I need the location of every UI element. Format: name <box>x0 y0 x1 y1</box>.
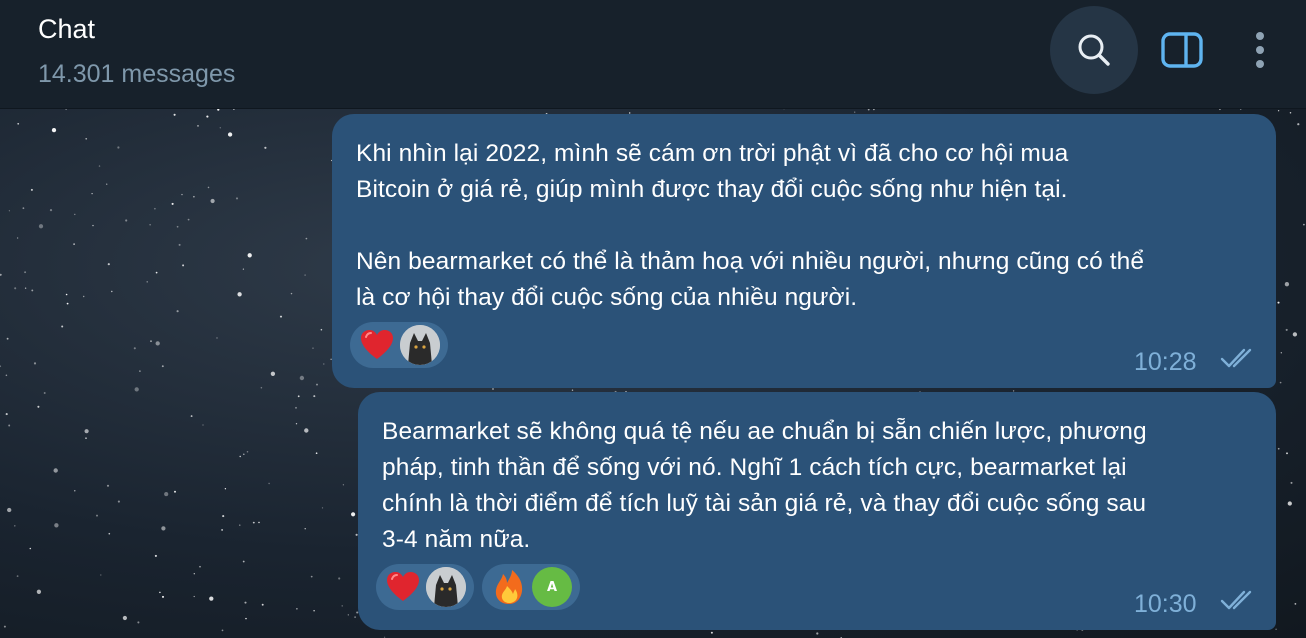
outgoing-message-bubble[interactable]: Bearmarket sẽ không quá tệ nếu ae chuẩn … <box>358 392 1276 630</box>
avatar[interactable] <box>400 325 440 365</box>
avatar[interactable]: A <box>532 567 572 607</box>
chat-window: Chat 14.301 messages Khi nhìn lại 2022, … <box>0 0 1306 638</box>
double-check-icon <box>1220 348 1252 368</box>
wolf-avatar-icon <box>426 567 466 607</box>
sidebar-toggle-icon <box>1161 32 1203 68</box>
double-check-icon <box>1220 590 1252 610</box>
search-icon <box>1078 34 1110 66</box>
search-button[interactable] <box>1050 6 1138 94</box>
avatar[interactable] <box>426 567 466 607</box>
heart-icon <box>384 568 422 606</box>
message-time: 10:28 <box>1134 348 1197 376</box>
reaction-fire[interactable]: A <box>482 564 580 610</box>
reaction-heart[interactable] <box>350 322 448 368</box>
message-text: Bearmarket sẽ không quá tệ nếu ae chuẩn … <box>382 418 1147 553</box>
fire-icon <box>490 568 528 606</box>
message-time: 10:30 <box>1134 590 1197 618</box>
reaction-heart[interactable] <box>376 564 474 610</box>
outgoing-message-bubble[interactable]: Khi nhìn lại 2022, mình sẽ cám ơn trời p… <box>332 114 1276 388</box>
chat-header: Chat 14.301 messages <box>0 0 1306 109</box>
more-vertical-icon <box>1256 32 1264 68</box>
sidebar-toggle-button[interactable] <box>1156 24 1208 76</box>
wolf-avatar-icon <box>400 325 440 365</box>
more-options-button[interactable] <box>1240 24 1280 76</box>
heart-icon <box>358 326 396 364</box>
message-count: 14.301 messages <box>38 60 236 88</box>
chat-title[interactable]: Chat <box>38 14 95 45</box>
message-text: Khi nhìn lại 2022, mình sẽ cám ơn trời p… <box>356 140 1145 311</box>
